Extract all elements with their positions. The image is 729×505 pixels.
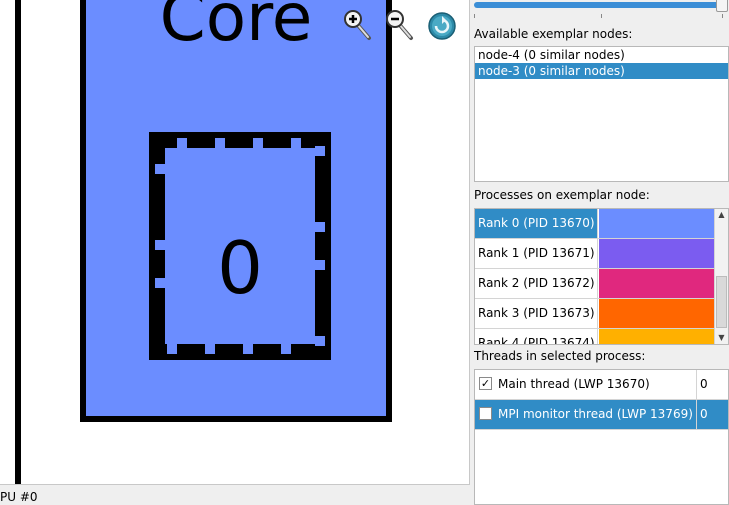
scroll-down-icon[interactable]: ▼ xyxy=(715,332,728,344)
machine-border-line xyxy=(15,0,21,484)
pu-pin xyxy=(315,222,325,232)
zoom-in-icon xyxy=(344,10,371,40)
zoom-in-button[interactable] xyxy=(344,8,374,42)
pu-pin xyxy=(253,138,263,148)
threads-table[interactable]: ✓ Main thread (LWP 13670) 0 MPI monitor … xyxy=(474,369,729,505)
scrollbar-thumb[interactable] xyxy=(716,276,727,328)
zoom-slider-track[interactable] xyxy=(474,2,724,8)
pu-pin xyxy=(281,344,291,354)
pu-pin xyxy=(291,138,301,148)
slider-tick xyxy=(601,14,602,18)
pu-box[interactable]: 0 xyxy=(149,132,331,360)
process-color-swatch[interactable] xyxy=(599,209,715,238)
process-color-swatch[interactable] xyxy=(599,269,715,298)
list-item-label: node-3 (0 similar nodes) xyxy=(478,64,625,78)
core-box[interactable]: Core 0 xyxy=(80,0,392,422)
slider-tick xyxy=(722,14,723,18)
slider-tick xyxy=(474,14,475,18)
reset-zoom-icon xyxy=(428,12,456,40)
pu-pin xyxy=(315,260,325,270)
table-row[interactable]: Rank 2 (PID 13672) xyxy=(475,269,728,299)
pu-pin xyxy=(215,138,225,148)
thread-value: 0 xyxy=(700,407,708,421)
pu-pin xyxy=(155,240,165,250)
status-bar-text: PU #0 xyxy=(0,490,38,504)
scroll-up-icon[interactable]: ▲ xyxy=(715,209,728,221)
table-row[interactable]: MPI monitor thread (LWP 13769) 0 xyxy=(475,400,728,430)
thread-name: Main thread (LWP 13670) xyxy=(475,370,697,399)
pu-pin xyxy=(315,336,325,346)
zoom-out-button[interactable] xyxy=(386,8,416,42)
table-row[interactable]: Rank 1 (PID 13671) xyxy=(475,239,728,269)
process-name: Rank 4 (PID 13674) xyxy=(475,329,598,344)
process-name: Rank 3 (PID 13673) xyxy=(475,299,598,328)
list-item[interactable]: node-4 (0 similar nodes) xyxy=(475,47,728,63)
processes-table[interactable]: Rank 0 (PID 13670) Rank 1 (PID 13671) Ra… xyxy=(474,208,729,345)
table-row[interactable]: Rank 3 (PID 13673) xyxy=(475,299,728,329)
table-row[interactable]: Rank 4 (PID 13674) xyxy=(475,329,728,344)
zoom-out-icon xyxy=(386,10,413,40)
zoom-slider-handle[interactable] xyxy=(716,0,728,12)
pu-pin xyxy=(167,344,177,354)
process-color-swatch[interactable] xyxy=(599,239,715,268)
pu-pin xyxy=(155,164,165,174)
process-color-swatch[interactable] xyxy=(599,299,715,328)
pu-pin xyxy=(155,278,165,288)
process-name: Rank 0 (PID 13670) xyxy=(475,209,598,238)
process-name: Rank 2 (PID 13672) xyxy=(475,269,598,298)
core-label: Core xyxy=(159,0,313,56)
pu-inner: 0 xyxy=(165,148,315,344)
exemplar-nodes-label: Available exemplar nodes: xyxy=(474,27,633,41)
processes-label: Processes on exemplar node: xyxy=(474,188,650,202)
side-panel: Available exemplar nodes: node-4 (0 simi… xyxy=(474,0,729,505)
exemplar-nodes-list[interactable]: node-4 (0 similar nodes) node-3 (0 simil… xyxy=(474,46,729,182)
threads-label: Threads in selected process: xyxy=(474,349,646,363)
thread-value: 0 xyxy=(700,377,708,391)
pu-label: 0 xyxy=(217,226,263,310)
process-color-swatch[interactable] xyxy=(599,329,715,344)
pu-pin xyxy=(177,138,187,148)
list-item[interactable]: node-3 (0 similar nodes) xyxy=(475,63,728,79)
list-item-label: node-4 (0 similar nodes) xyxy=(478,48,625,62)
pu-pin xyxy=(205,344,215,354)
reset-zoom-button[interactable] xyxy=(427,8,457,42)
processes-scrollbar[interactable]: ▲ ▼ xyxy=(714,209,728,344)
pu-pin xyxy=(315,146,325,156)
table-row[interactable]: ✓ Main thread (LWP 13670) 0 xyxy=(475,370,728,400)
process-name: Rank 1 (PID 13671) xyxy=(475,239,598,268)
thread-name: MPI monitor thread (LWP 13769) xyxy=(475,400,697,429)
pu-pin xyxy=(243,344,253,354)
topology-canvas[interactable]: Core 0 xyxy=(0,0,470,485)
table-row[interactable]: Rank 0 (PID 13670) xyxy=(475,209,728,239)
